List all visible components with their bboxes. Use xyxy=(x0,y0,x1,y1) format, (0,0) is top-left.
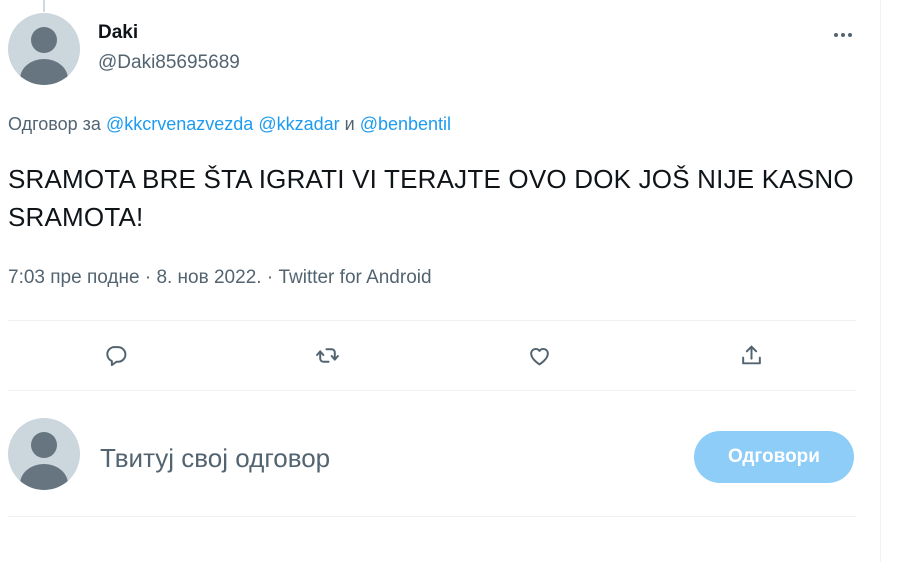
heart-icon xyxy=(529,347,549,365)
author-display-name[interactable]: Daki xyxy=(98,22,138,44)
like-button[interactable] xyxy=(521,337,557,373)
share-icon xyxy=(741,345,761,364)
mention-link-benbentil[interactable]: @benbentil xyxy=(360,114,451,134)
divider xyxy=(8,390,856,391)
reply-icon xyxy=(105,345,126,366)
avatar-head-shape xyxy=(31,432,57,458)
column-border xyxy=(880,0,881,562)
tweet-time[interactable]: 7:03 пре подне xyxy=(8,267,140,288)
reply-context: Одговор за @kkcrvenazvezda @kkzadar и @b… xyxy=(8,114,451,135)
reply-button[interactable] xyxy=(97,337,133,373)
mention-link-kkzadar[interactable]: @kkzadar xyxy=(258,114,339,134)
author-handle[interactable]: @Daki85695689 xyxy=(98,52,240,74)
avatar-head-shape xyxy=(31,27,57,53)
divider xyxy=(8,516,856,517)
reply-compose-input[interactable] xyxy=(100,436,660,480)
mention-link-kkcrvenazvezda[interactable]: @kkcrvenazvezda xyxy=(106,114,253,134)
reply-context-conjunction: и xyxy=(344,114,355,134)
meta-separator: · xyxy=(266,267,274,288)
avatar-shoulders-shape xyxy=(20,59,68,85)
tweet-date[interactable]: 8. нов 2022. xyxy=(156,267,261,288)
reply-submit-button[interactable]: Одговори xyxy=(694,431,854,483)
reply-context-prefix: Одговор за xyxy=(8,114,101,134)
tweet-source[interactable]: Twitter for Android xyxy=(278,267,431,288)
divider xyxy=(8,320,856,321)
retweet-icon xyxy=(315,347,339,363)
more-options-button[interactable] xyxy=(826,18,860,52)
share-button[interactable] xyxy=(733,337,769,373)
tweet-metadata: 7:03 пре подне · 8. нов 2022. · Twitter … xyxy=(8,267,432,289)
author-avatar[interactable] xyxy=(8,13,80,85)
current-user-avatar[interactable] xyxy=(8,418,80,490)
thread-connector-line xyxy=(43,0,45,12)
avatar-shoulders-shape xyxy=(20,464,68,490)
retweet-button[interactable] xyxy=(309,337,345,373)
tweet-text: SRAMOTA BRE ŠTA IGRATI VI TERAJTE OVO DO… xyxy=(8,164,854,232)
meta-separator: · xyxy=(144,267,152,288)
more-horizontal-icon xyxy=(834,33,852,37)
